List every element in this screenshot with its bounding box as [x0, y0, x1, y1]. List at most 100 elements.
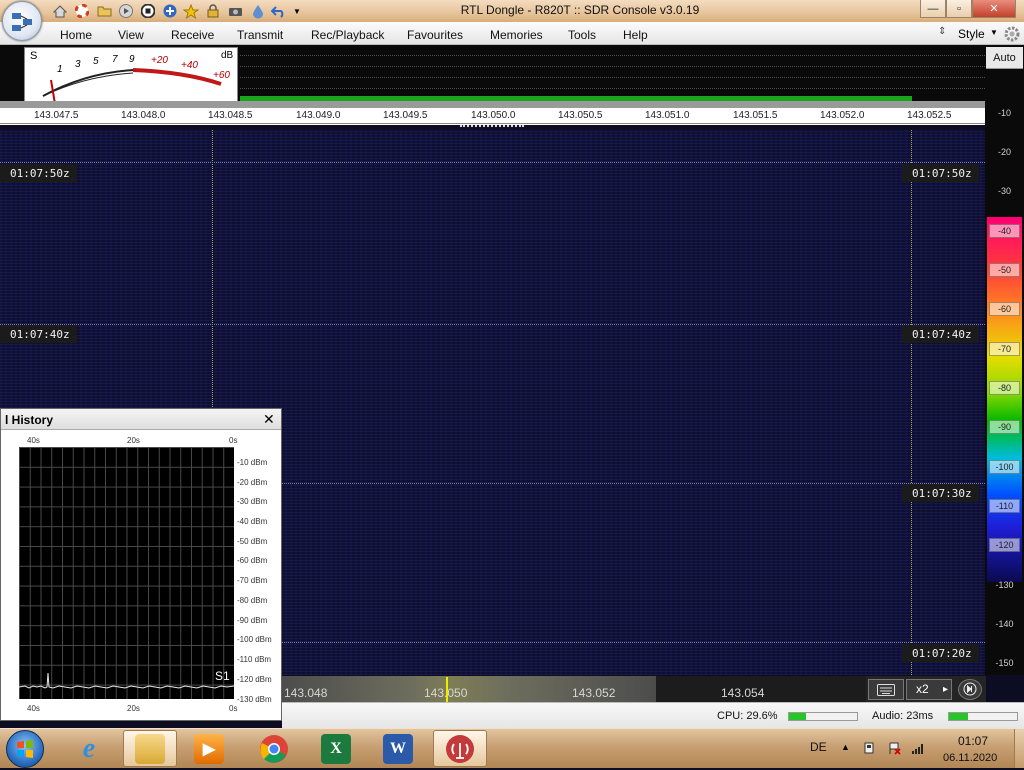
history-s-reading: S1: [215, 669, 230, 683]
tray-flag-icon[interactable]: [887, 741, 901, 758]
history-y-label: -30 dBm: [237, 497, 268, 506]
menu-rec-playback[interactable]: Rec/Playback: [311, 28, 384, 42]
keyboard-icon: [877, 684, 895, 696]
dropdown-icon[interactable]: ▼: [289, 3, 305, 19]
history-y-label: -10 dBm: [237, 458, 268, 467]
home-icon[interactable]: [52, 3, 68, 19]
smeter-tick: +40: [181, 60, 198, 71]
scale-label: -60: [989, 302, 1020, 316]
scale-label: -90: [989, 420, 1020, 434]
favourite-star-icon[interactable]: [183, 3, 199, 19]
taskbar-chrome[interactable]: [247, 730, 301, 767]
folder-icon[interactable]: [96, 3, 112, 19]
passband-edge-line: [911, 130, 912, 675]
menu-receive[interactable]: Receive: [171, 28, 214, 42]
auto-scale-button[interactable]: Auto: [986, 47, 1023, 69]
history-x-label: 0s: [229, 704, 238, 713]
word-icon: W: [383, 733, 413, 764]
smeter-tick: 1: [57, 64, 63, 75]
scale-label: -10: [997, 108, 1011, 118]
app-menu-button[interactable]: [2, 1, 42, 41]
spectrum-gridline: [240, 88, 985, 89]
freq-axis-label: 143.050.5: [558, 110, 603, 121]
taskbar-excel[interactable]: X: [309, 730, 363, 767]
history-y-label: -50 dBm: [237, 537, 268, 546]
waterfall-timestamp: 01:07:20z: [902, 644, 979, 662]
history-y-label: -90 dBm: [237, 616, 268, 625]
history-x-label: 20s: [127, 436, 140, 445]
smeter-tick: +20: [151, 55, 168, 66]
minimize-button[interactable]: —: [920, 0, 946, 18]
playback-skip-button[interactable]: [958, 679, 982, 700]
spectrum-gridline: [240, 55, 985, 56]
style-dropdown-icon[interactable]: ▼: [990, 28, 998, 37]
lifebuoy-icon[interactable]: [74, 3, 90, 19]
smeter-tick: 5: [93, 56, 99, 67]
history-x-label: 40s: [27, 436, 40, 445]
start-button[interactable]: [6, 730, 44, 768]
camera-icon[interactable]: [227, 3, 243, 19]
time-marker-line: [0, 324, 985, 325]
signal-history-titlebar[interactable]: l History ✕: [1, 409, 281, 430]
clock-date[interactable]: 06.11.2020: [943, 752, 997, 764]
splitter-grip-icon[interactable]: [460, 125, 524, 128]
scale-label: -150: [995, 658, 1014, 668]
settings-gear-icon[interactable]: [1003, 25, 1021, 43]
tray-expand-icon[interactable]: ▲: [841, 742, 850, 752]
play-icon[interactable]: [118, 3, 134, 19]
stop-icon[interactable]: [140, 3, 156, 19]
language-indicator[interactable]: DE: [810, 740, 827, 754]
taskbar-word[interactable]: W: [371, 730, 425, 767]
zoom-button[interactable]: x2 ▸: [906, 679, 952, 700]
taskbar-sdr-console[interactable]: [433, 730, 487, 767]
style-menu[interactable]: Style: [958, 27, 985, 41]
freq-axis-label: 143.051.5: [733, 110, 778, 121]
history-x-label: 20s: [127, 704, 140, 713]
close-icon[interactable]: ✕: [263, 411, 275, 428]
droplet-icon[interactable]: [250, 3, 266, 19]
menu-tools[interactable]: Tools: [568, 28, 596, 42]
menu-memories[interactable]: Memories: [490, 28, 543, 42]
internet-explorer-icon: e: [82, 732, 96, 764]
waterfall-timestamp: 01:07:40z: [902, 325, 979, 343]
menu-transmit[interactable]: Transmit: [237, 28, 283, 42]
history-y-label: -80 dBm: [237, 596, 268, 605]
lock-icon[interactable]: [205, 3, 221, 19]
frequency-axis[interactable]: 143.047.5 143.048.0 143.048.5 143.049.0 …: [0, 108, 985, 124]
style-updown-icon: ⇕: [938, 26, 947, 37]
freq-axis-label: 143.049.0: [296, 110, 341, 121]
maximize-button[interactable]: ▫: [946, 0, 972, 18]
undo-icon[interactable]: [271, 3, 287, 19]
add-icon[interactable]: [162, 3, 178, 19]
signal-history-plot: S1: [19, 447, 234, 699]
close-window-button[interactable]: ✕: [972, 0, 1016, 18]
tuning-cursor[interactable]: [446, 677, 448, 702]
freq-axis-label: 143.051.0: [645, 110, 690, 121]
history-y-label: -20 dBm: [237, 478, 268, 487]
spectrum-gridline: [240, 66, 985, 67]
waterfall-timestamp: 01:07:30z: [902, 484, 979, 502]
smeter-tick: 3: [75, 59, 81, 70]
freq-axis-label: 143.048.5: [208, 110, 253, 121]
signal-history-title: l History: [5, 413, 54, 427]
clock-time[interactable]: 01:07: [958, 734, 988, 748]
menu-view[interactable]: View: [118, 28, 144, 42]
history-y-label: -70 dBm: [237, 576, 268, 585]
tray-usb-icon[interactable]: [862, 741, 876, 758]
show-desktop-button[interactable]: [1014, 729, 1024, 768]
sdr-console-icon: [446, 734, 474, 763]
freq-axis-label: 143.052.5: [907, 110, 952, 121]
taskbar-internet-explorer[interactable]: e: [62, 730, 116, 767]
history-y-label: -130 dBm: [237, 695, 272, 704]
menu-help[interactable]: Help: [623, 28, 648, 42]
zoom-arrow-icon: ▸: [943, 684, 949, 695]
scale-label: -110: [989, 499, 1020, 513]
network-signal-icon[interactable]: [911, 741, 925, 758]
tuning-label: 143.048: [284, 686, 328, 700]
zoom-label: x2: [916, 682, 929, 696]
keyboard-button[interactable]: [868, 679, 904, 700]
menu-home[interactable]: Home: [60, 28, 92, 42]
taskbar-file-explorer[interactable]: [123, 730, 177, 767]
taskbar-media-player[interactable]: ▶: [182, 730, 236, 767]
menu-favourites[interactable]: Favourites: [407, 28, 463, 42]
